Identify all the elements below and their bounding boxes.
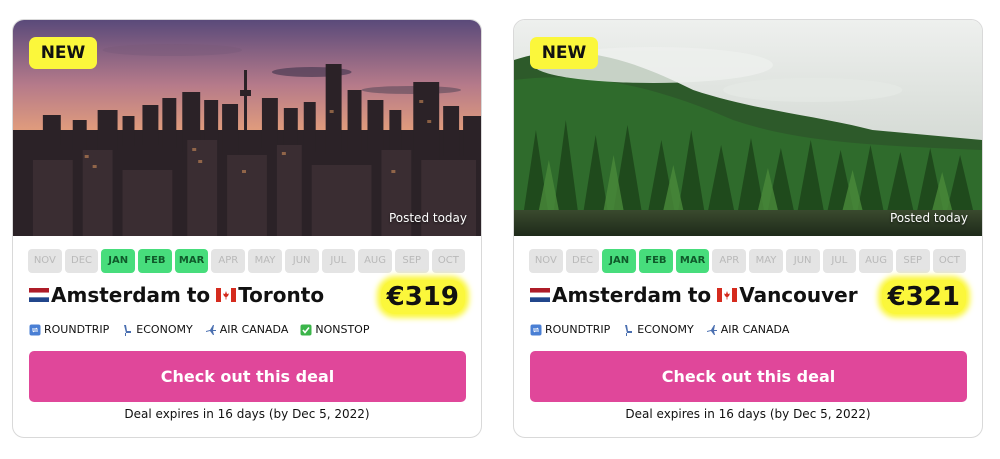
month-mar: MAR: [675, 249, 710, 273]
month-nov: NOV: [529, 249, 563, 273]
netherlands-flag-icon: [29, 288, 49, 302]
canada-flag-icon: [216, 288, 237, 302]
month-sep: SEP: [394, 249, 429, 273]
month-feb: FEB: [138, 249, 172, 273]
route-connector: to: [186, 283, 211, 307]
tag-label: AIR CANADA: [720, 323, 790, 336]
tag-roundtrip: ROUNDTRIP: [530, 323, 610, 336]
deal-tags: ROUNDTRIP ECONOMY AIR CANADA NONSTOP: [29, 323, 369, 336]
deal-card-vancouver[interactable]: NEW Posted today NOV DEC JAN FEB MAR APR…: [513, 19, 983, 438]
origin-city: Amsterdam: [51, 283, 181, 307]
origin-city: Amsterdam: [552, 283, 682, 307]
roundtrip-icon: [530, 324, 542, 336]
canada-flag-icon: [717, 288, 738, 302]
tag-airline: AIR CANADA: [706, 323, 790, 336]
posted-date: Posted today: [889, 211, 968, 225]
route-title: Amsterdam to Vancouver: [530, 283, 858, 307]
deal-expiry: Deal expires in 16 days (by Dec 5, 2022): [625, 407, 871, 421]
tag-economy: ECONOMY: [121, 323, 193, 336]
month-jan: JAN: [602, 249, 637, 273]
month-may: MAY: [248, 249, 282, 273]
destination-city: Vancouver: [739, 283, 858, 307]
posted-date: Posted today: [388, 211, 467, 225]
month-jun: JUN: [284, 249, 319, 273]
new-badge: NEW: [530, 37, 598, 69]
travel-months: NOV DEC JAN FEB MAR APR MAY JUN JUL AUG …: [529, 249, 967, 273]
check-deal-button[interactable]: Check out this deal: [530, 351, 967, 402]
netherlands-flag-icon: [530, 288, 550, 302]
roundtrip-icon: [29, 324, 41, 336]
airplane-icon: [706, 324, 718, 336]
tag-nonstop: NONSTOP: [300, 323, 369, 336]
airplane-icon: [205, 324, 217, 336]
deal-tags: ROUNDTRIP ECONOMY AIR CANADA: [530, 323, 789, 336]
month-dec: DEC: [565, 249, 600, 273]
deal-card-toronto[interactable]: NEW Posted today NOV DEC JAN FEB MAR APR…: [12, 19, 482, 438]
travel-months: NOV DEC JAN FEB MAR APR MAY JUN JUL AUG …: [28, 249, 466, 273]
check-deal-button[interactable]: Check out this deal: [29, 351, 466, 402]
seat-icon: [121, 324, 133, 336]
month-may: MAY: [749, 249, 783, 273]
new-badge: NEW: [29, 37, 97, 69]
month-apr: APR: [211, 249, 246, 273]
month-aug: AUG: [859, 249, 893, 273]
tag-label: ECONOMY: [637, 323, 694, 336]
check-icon: [300, 324, 312, 336]
month-apr: APR: [712, 249, 747, 273]
tag-label: NONSTOP: [315, 323, 370, 336]
destination-city: Toronto: [238, 283, 325, 307]
month-aug: AUG: [358, 249, 392, 273]
month-jan: JAN: [101, 249, 136, 273]
month-dec: DEC: [64, 249, 99, 273]
tag-roundtrip: ROUNDTRIP: [29, 323, 109, 336]
tag-label: AIR CANADA: [219, 323, 289, 336]
tag-economy: ECONOMY: [622, 323, 694, 336]
month-feb: FEB: [639, 249, 673, 273]
month-jul: JUL: [321, 249, 356, 273]
month-nov: NOV: [28, 249, 62, 273]
route-title: Amsterdam to Toronto: [29, 283, 324, 307]
month-mar: MAR: [174, 249, 209, 273]
month-jul: JUL: [822, 249, 857, 273]
deal-price: €319: [380, 280, 465, 314]
route-connector: to: [687, 283, 712, 307]
month-sep: SEP: [895, 249, 930, 273]
seat-icon: [622, 324, 634, 336]
month-jun: JUN: [785, 249, 820, 273]
deal-expiry: Deal expires in 16 days (by Dec 5, 2022): [124, 407, 370, 421]
tag-label: ROUNDTRIP: [44, 323, 110, 336]
tag-label: ECONOMY: [136, 323, 193, 336]
month-oct: OCT: [932, 249, 967, 273]
month-oct: OCT: [431, 249, 466, 273]
deal-price: €321: [881, 280, 966, 314]
tag-airline: AIR CANADA: [205, 323, 289, 336]
tag-label: ROUNDTRIP: [545, 323, 611, 336]
